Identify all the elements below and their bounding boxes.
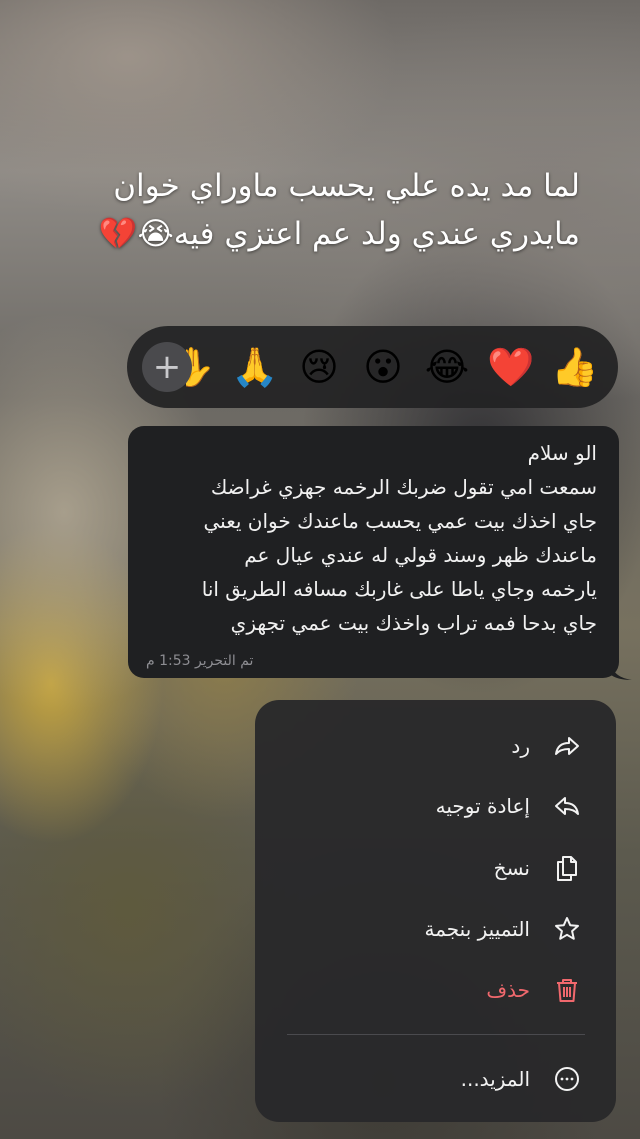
menu-item-copy[interactable]: نسخ — [255, 840, 616, 896]
bubble-tail — [610, 664, 632, 680]
menu-item-label: التمييز بنجمة — [424, 917, 530, 941]
message-bubble[interactable]: الو سلام سمعت امي تقول ضربك الرخمه جهزي … — [128, 426, 619, 678]
star-icon — [552, 914, 582, 944]
menu-divider — [287, 1034, 585, 1035]
message-line: ماعندك ظهر وسند قولي له عندي عيال عم — [244, 543, 597, 567]
menu-item-label: إعادة توجيه — [435, 794, 530, 818]
context-menu: رد إعادة توجيه نسخ التمييز بنجمة حذف الم… — [255, 700, 616, 1122]
message-line: سمعت امي تقول ضربك الرخمه جهزي غراضك — [210, 475, 597, 499]
copy-icon — [552, 853, 582, 883]
reaction-thumbs-up[interactable]: 👍 — [550, 342, 600, 392]
menu-item-star[interactable]: التمييز بنجمة — [255, 901, 616, 957]
reaction-bar: + ✋ 🙏 😢 😮 😂 ❤️ 👍 — [127, 326, 618, 408]
message-line: الو سلام — [527, 441, 597, 465]
reply-icon — [552, 731, 582, 761]
reaction-tears-of-joy[interactable]: 😂 — [422, 342, 472, 392]
message-line: يارخمه وجاي ياطا على غاربك مسافه الطريق … — [201, 577, 597, 601]
caption-line-1: لما مد يده علي يحسب ماوراي خوان — [113, 168, 580, 204]
reaction-folded-hands[interactable]: 🙏 — [230, 342, 280, 392]
trash-icon — [552, 975, 582, 1005]
menu-item-label: نسخ — [493, 856, 530, 880]
edited-timestamp: تم التحرير 1:53 م — [146, 653, 254, 669]
menu-item-label: رد — [511, 734, 530, 758]
more-icon — [552, 1064, 582, 1094]
reaction-red-heart[interactable]: ❤️ — [486, 342, 536, 392]
menu-item-more[interactable]: المزيد... — [255, 1051, 616, 1107]
menu-item-label: المزيد... — [460, 1067, 530, 1091]
overlay-caption: لما مد يده علي يحسب ماوراي خوان مايدري ع… — [40, 162, 580, 258]
caption-line-2: مايدري عندي ولد عم اعتزي فيه😭💔 — [98, 216, 580, 252]
menu-item-reply[interactable]: رد — [255, 718, 616, 774]
message-line: جاي بدحا فمه تراب واخذك بيت عمي تجهزي — [230, 611, 597, 635]
reaction-surprised-face[interactable]: 😮 — [358, 342, 408, 392]
menu-item-forward[interactable]: إعادة توجيه — [255, 778, 616, 834]
reaction-crying-face[interactable]: 😢 — [294, 342, 344, 392]
forward-icon — [552, 791, 582, 821]
menu-item-label: حذف — [486, 978, 530, 1002]
menu-item-delete[interactable]: حذف — [255, 962, 616, 1018]
message-line: جاي اخذك بيت عمي يحسب ماعندك خوان يعني — [203, 509, 598, 533]
add-reaction-button[interactable]: + — [142, 342, 192, 392]
